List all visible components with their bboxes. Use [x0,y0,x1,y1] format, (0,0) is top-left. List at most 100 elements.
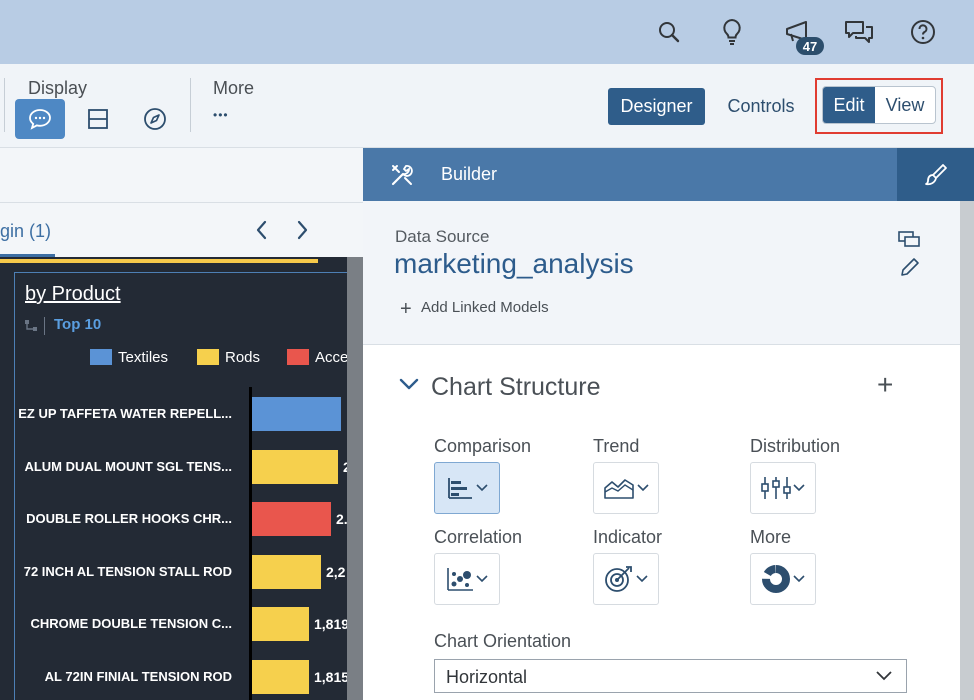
split-layout-icon [88,109,108,129]
category-label: 72 INCH AL TENSION STALL ROD [23,563,232,579]
notification-badge: 47 [796,37,824,55]
dropdown-arrow-icon [637,484,649,492]
chart-orientation-label: Chart Orientation [434,631,572,651]
legend-swatch [287,349,309,365]
area-chart-icon [604,479,634,499]
legend-label: Rods [225,348,261,366]
top-n-filter[interactable]: Top 10 [54,316,101,333]
more-label: More [750,527,792,547]
search-icon[interactable] [653,16,685,48]
chart-orientation-select[interactable]: Horizontal [434,659,907,693]
edit-view-toggle: Edit View [822,86,936,124]
shell-bar: 47 [0,0,974,64]
bar[interactable] [252,659,309,694]
split-view-button[interactable] [73,99,123,139]
comment-icon [29,109,51,130]
legend-item-accessories: Acce [287,348,348,366]
bar[interactable] [252,607,309,641]
more-group-label: More [213,78,255,98]
data-source-label: Data Source [395,227,490,246]
more-charts-button[interactable] [750,553,816,605]
category-label: CHROME DOUBLE TENSION C... [30,616,232,631]
trend-chart-button[interactable] [593,462,659,514]
builder-panel: Data Source marketing_analysis + Add Lin… [363,201,960,700]
dropdown-arrow-icon [476,484,488,492]
donut-chart-icon [762,565,790,593]
category-label: ALUM DUAL MOUNT SGL TENS... [24,458,232,474]
bar[interactable] [252,397,341,431]
chart-axis-line [249,387,252,700]
lightbulb-icon[interactable] [716,16,748,48]
filter-divider [44,317,45,335]
data-source-name[interactable]: marketing_analysis [394,248,634,280]
indicator-chart-button[interactable] [593,553,659,605]
legend-swatch [197,349,219,365]
legend-item-textiles: Textiles [90,348,168,366]
legend-item-rods: Rods [197,348,260,366]
toolbar-divider [190,78,191,132]
correlation-label: Correlation [434,527,523,547]
scatter-plot-icon [447,568,473,591]
linked-windows-icon[interactable] [897,229,921,254]
display-group-label: Display [28,78,88,98]
chart-scroll-strip [347,257,363,700]
dropdown-arrow-icon [793,484,805,492]
bar[interactable] [252,502,331,536]
comparison-chart-button[interactable] [434,462,500,514]
styling-tab-button[interactable] [897,148,974,201]
builder-header: Builder [363,148,974,201]
chevron-down-icon[interactable] [399,377,419,391]
controls-button[interactable]: Controls [716,88,806,125]
page-header-area [0,148,363,203]
edit-mode-button[interactable]: Edit [823,87,875,123]
explore-button[interactable] [130,99,180,139]
legend-label: Acce [315,348,349,366]
chat-icon[interactable] [843,16,875,48]
toolbar: Display More ••• Designer Controls Edit … [0,64,974,148]
comparison-label: Comparison [434,436,532,456]
view-mode-button[interactable]: View [875,87,935,123]
add-structure-button[interactable]: + [877,369,893,401]
data-label: 1,815 [314,668,350,685]
dropdown-arrow-icon [636,575,648,583]
chart-structure-title: Chart Structure [431,373,601,401]
data-label: 1,819 [314,616,350,632]
data-label: 2,2 [326,563,346,580]
chevron-left-icon[interactable] [252,219,272,241]
help-icon[interactable] [907,16,939,48]
data-label: 2. [336,511,348,527]
trend-label: Trend [593,436,640,456]
paintbrush-icon [924,163,947,185]
dropdown-arrow-icon [476,575,488,583]
comment-mode-button[interactable] [15,99,65,139]
legend-label: Textiles [118,348,169,366]
builder-title: Builder [441,164,498,184]
add-linked-models-link[interactable]: Add Linked Models [421,299,549,316]
chart-title: by Product [25,283,121,305]
bar[interactable] [252,554,321,589]
chart-orientation-value: Horizontal [446,667,528,687]
chevron-down-icon [876,671,892,681]
legend-swatch [90,349,112,365]
category-label: AL 72IN FINIAL TENSION ROD [44,668,232,684]
compass-icon [144,108,166,130]
box-plot-icon [761,477,791,499]
page-tab-bar: gin (1) [0,203,363,257]
distribution-label: Distribution [750,436,841,456]
distribution-chart-button[interactable] [750,462,816,514]
bar-chart-widget[interactable]: by Product Top 10 Textiles Rods Acce EZ … [0,257,354,700]
pencil-icon[interactable] [899,256,921,283]
tools-icon [389,162,415,193]
correlation-chart-button[interactable] [434,553,500,605]
toolbar-divider [4,78,5,132]
more-overflow-button[interactable]: ••• [213,108,229,122]
chevron-right-icon[interactable] [292,219,312,241]
bar[interactable] [252,449,338,484]
section-accent-bar [0,259,318,263]
hierarchy-icon [24,319,44,333]
designer-button[interactable]: Designer [608,88,705,125]
bar-chart-icon [448,478,472,499]
indicator-label: Indicator [593,527,663,547]
page-tab[interactable]: gin (1) [0,221,51,242]
builder-scrollbar[interactable] [960,201,974,700]
